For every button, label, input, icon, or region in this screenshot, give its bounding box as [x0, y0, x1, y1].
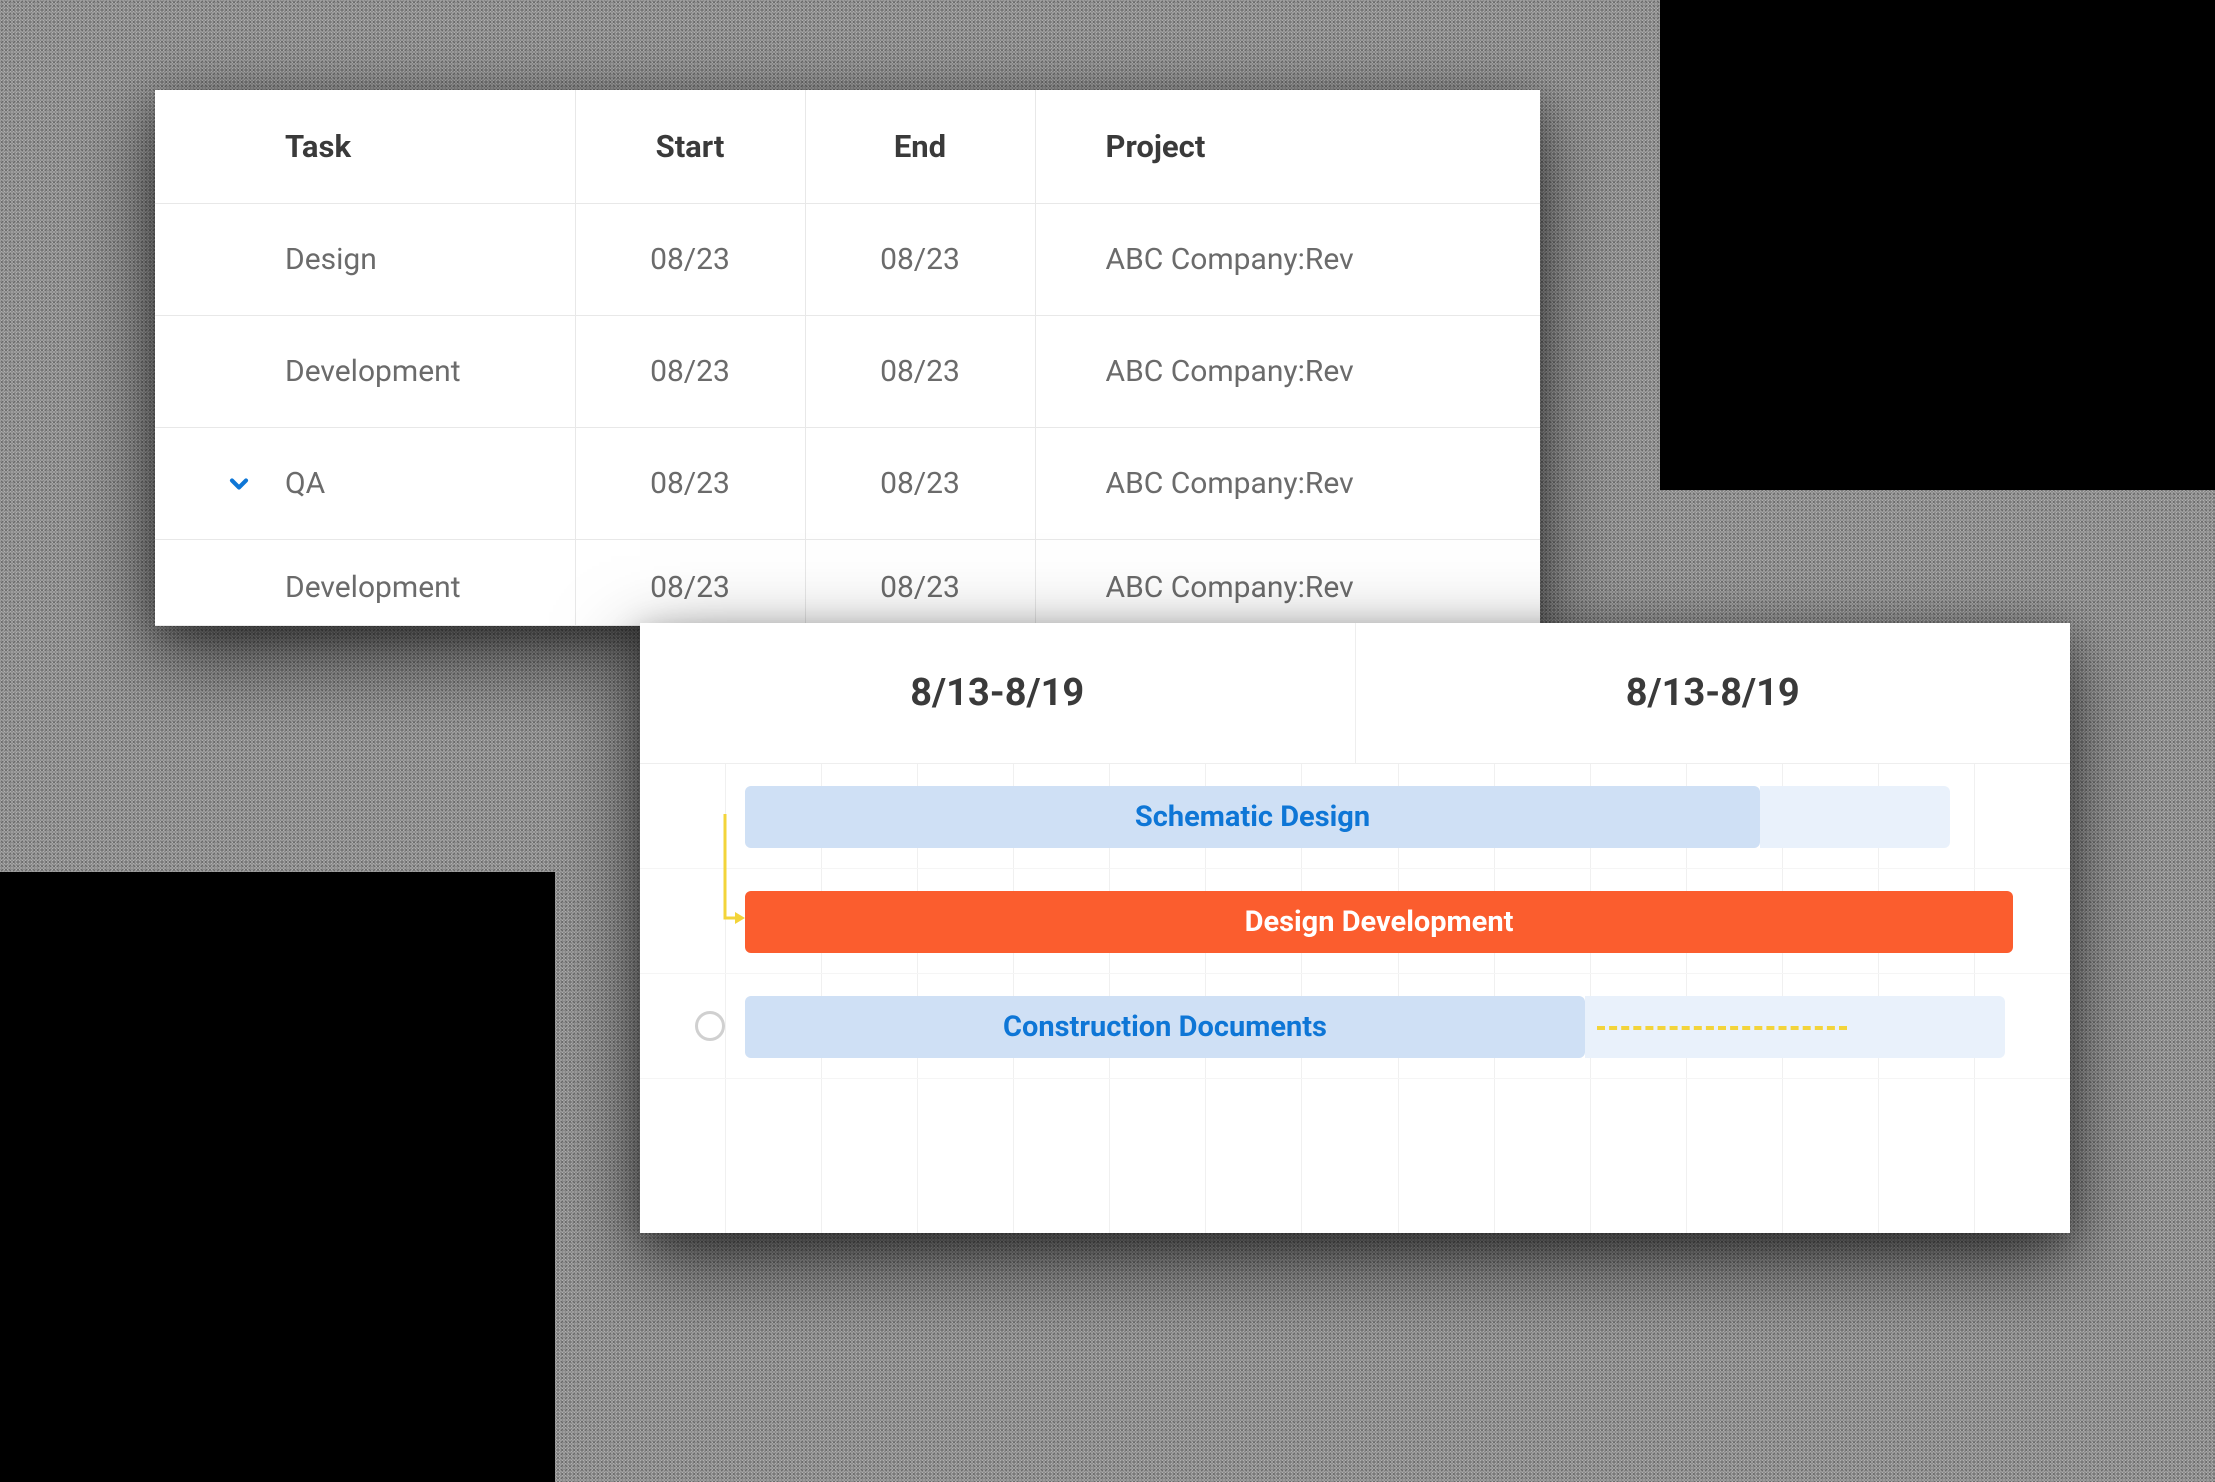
- gantt-row: Schematic Design: [640, 764, 2070, 869]
- gantt-bar-design-development[interactable]: Design Development: [745, 891, 2013, 953]
- task-label: QA: [285, 466, 325, 501]
- gantt-row: Design Development: [640, 869, 2070, 974]
- table-row[interactable]: Development 08/23 08/23 ABC Company:Rev: [155, 540, 1540, 626]
- task-cell: QA: [155, 428, 575, 540]
- end-cell: 08/23: [805, 540, 1035, 626]
- project-cell: ABC Company:Rev: [1035, 316, 1540, 428]
- gantt-date-range-col[interactable]: 8/13-8/19: [1356, 623, 2071, 763]
- start-cell: 08/23: [575, 204, 805, 316]
- start-cell: 08/23: [575, 428, 805, 540]
- gantt-card: 8/13-8/19 8/13-8/19: [640, 623, 2070, 1233]
- chevron-down-icon[interactable]: [225, 470, 253, 498]
- black-block-bottom: [0, 872, 555, 1482]
- start-cell: 08/23: [575, 316, 805, 428]
- task-cell: Development: [155, 540, 575, 626]
- project-cell: ABC Company:Rev: [1035, 428, 1540, 540]
- col-header-end[interactable]: End: [805, 90, 1035, 204]
- task-table-card: Task Start End Project Design 08/23 08/2…: [155, 90, 1540, 626]
- task-cell: Development: [155, 316, 575, 428]
- table-row[interactable]: Development 08/23 08/23 ABC Company:Rev: [155, 316, 1540, 428]
- gantt-row: [640, 1079, 2070, 1184]
- gantt-header: 8/13-8/19 8/13-8/19: [640, 623, 2070, 763]
- gantt-dashed-extension: [1597, 1026, 1847, 1030]
- gantt-date-range-col[interactable]: 8/13-8/19: [640, 623, 1356, 763]
- task-table-header-row: Task Start End Project: [155, 90, 1540, 204]
- task-table: Task Start End Project Design 08/23 08/2…: [155, 90, 1540, 626]
- gantt-bar-label: Schematic Design: [1135, 800, 1370, 834]
- task-cell: Design: [155, 204, 575, 316]
- table-row[interactable]: Design 08/23 08/23 ABC Company:Rev: [155, 204, 1540, 316]
- gantt-body: Schematic Design Design Development Cons…: [640, 763, 2070, 1233]
- end-cell: 08/23: [805, 316, 1035, 428]
- end-cell: 08/23: [805, 204, 1035, 316]
- project-cell: ABC Company:Rev: [1035, 540, 1540, 626]
- gantt-row-radio[interactable]: [695, 1011, 725, 1041]
- col-header-task[interactable]: Task: [155, 90, 575, 204]
- col-header-project[interactable]: Project: [1035, 90, 1540, 204]
- col-header-start[interactable]: Start: [575, 90, 805, 204]
- table-row[interactable]: QA 08/23 08/23 ABC Company:Rev: [155, 428, 1540, 540]
- project-cell: ABC Company:Rev: [1035, 204, 1540, 316]
- black-block-top: [1660, 0, 2215, 490]
- end-cell: 08/23: [805, 428, 1035, 540]
- gantt-bar-construction-documents[interactable]: Construction Documents: [745, 996, 1585, 1058]
- gantt-row: Construction Documents: [640, 974, 2070, 1079]
- start-cell: 08/23: [575, 540, 805, 626]
- gantt-bar-label: Design Development: [1245, 905, 1514, 939]
- gantt-bar-label: Construction Documents: [1003, 1010, 1327, 1044]
- gantt-bar-schematic-design[interactable]: Schematic Design: [745, 786, 1760, 848]
